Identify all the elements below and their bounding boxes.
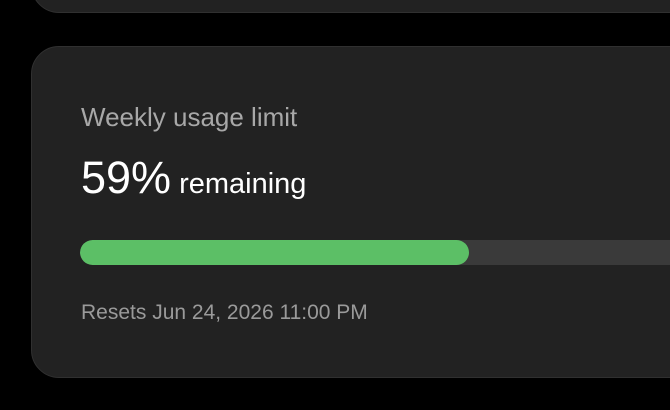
usage-progress-fill [80, 240, 470, 265]
remaining-percent: 59% [81, 152, 172, 203]
remaining-label: remaining [179, 168, 307, 200]
card-title: Weekly usage limit [81, 102, 298, 132]
usage-progress-bar [80, 240, 670, 265]
reset-time: Resets Jun 24, 2026 11:00 PM [81, 301, 368, 324]
previous-usage-card [31, 0, 670, 13]
usage-screen: Weekly usage limit 59% remaining Resets J… [0, 0, 670, 410]
remaining-usage: 59% remaining [81, 151, 306, 211]
weekly-usage-card: Weekly usage limit 59% remaining Resets J… [31, 46, 670, 378]
